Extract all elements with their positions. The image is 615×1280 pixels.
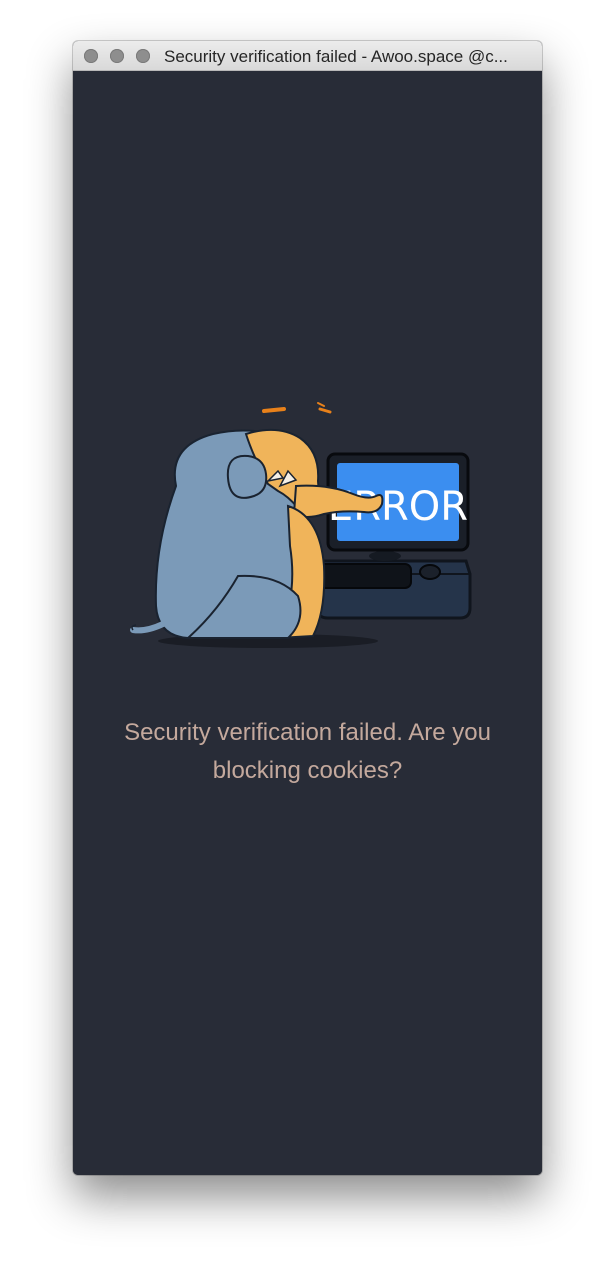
error-page: ERROR Security verification failed. Are … [73, 71, 542, 1175]
close-window-button[interactable] [84, 49, 98, 63]
mastodon-error-illustration: ERROR [130, 402, 472, 648]
minimize-window-button[interactable] [110, 49, 124, 63]
title-bar[interactable]: Security verification failed - Awoo.spac… [73, 41, 542, 71]
maximize-window-button[interactable] [136, 49, 150, 63]
error-message: Security verification failed. Are you bl… [124, 719, 491, 784]
browser-window: Security verification failed - Awoo.spac… [73, 41, 542, 1175]
window-title: Security verification failed - Awoo.spac… [164, 47, 508, 66]
